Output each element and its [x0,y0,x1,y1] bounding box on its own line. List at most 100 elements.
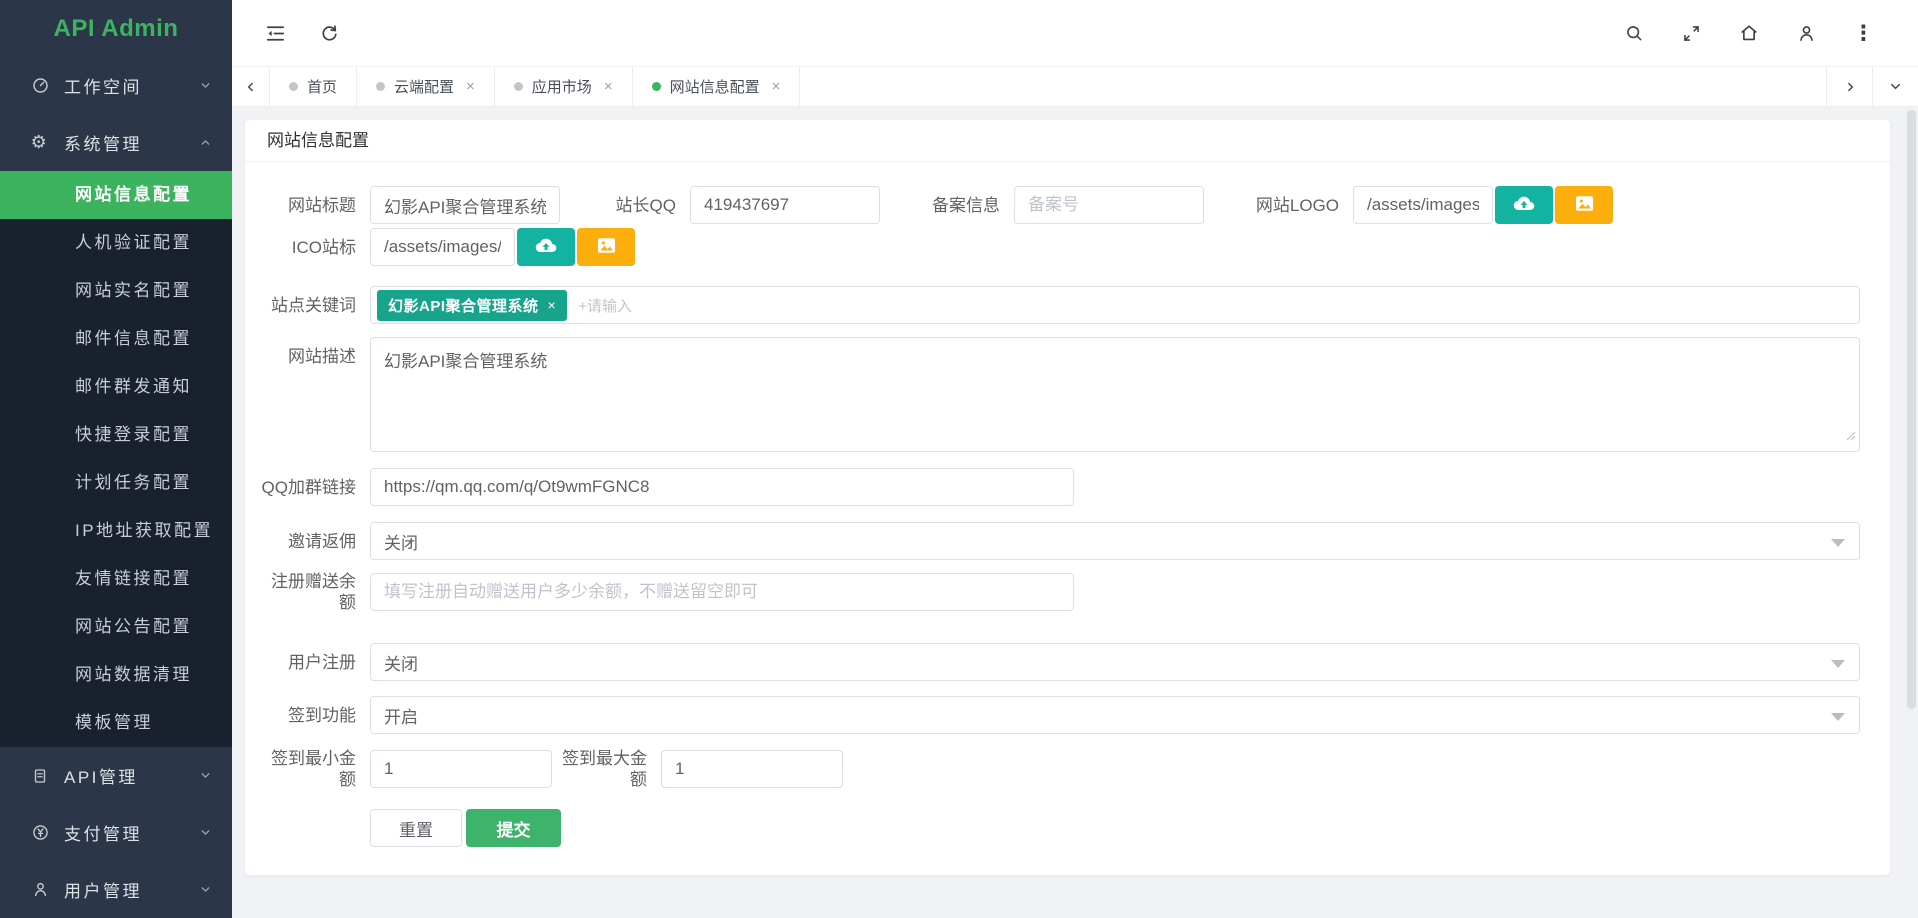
signin-max-input[interactable] [661,750,843,788]
sidebar: API Admin 工作空间 ⚙ 系统管理 网站信息配置 人机验证配置 网站实名… [0,0,232,918]
chevron-down-icon [199,826,212,839]
tab-status-dot [652,82,661,91]
register-bonus-input[interactable] [370,573,1074,611]
select-value: 关闭 [384,650,418,675]
close-icon[interactable]: × [548,297,557,313]
sidebar-item-label: 工作空间 [64,73,142,98]
app-window: API Admin 工作空间 ⚙ 系统管理 网站信息配置 人机验证配置 网站实名… [0,0,1918,918]
sidebar-item-data-clean[interactable]: 网站数据清理 [0,651,232,699]
logo-path-input[interactable] [1353,186,1493,224]
search-icon[interactable] [1624,23,1645,44]
close-icon[interactable]: × [772,78,781,95]
sidebar-item-users[interactable]: 用户管理 [0,861,232,918]
sidebar-item-api[interactable]: API管理 [0,747,232,804]
site-title-input[interactable] [370,186,560,224]
reset-button[interactable]: 重置 [370,809,462,847]
sidebar-item-email-info[interactable]: 邮件信息配置 [0,315,232,363]
page-title: 网站信息配置 [245,120,1890,162]
caret-down-icon [1831,539,1845,547]
tab-site-info-config[interactable]: 网站信息配置 × [633,67,801,106]
more-menu-icon[interactable]: ⋮ [1853,23,1874,44]
caret-down-icon [1831,713,1845,721]
close-icon[interactable]: × [466,78,475,95]
sidebar-item-realname[interactable]: 网站实名配置 [0,267,232,315]
select-value: 关闭 [384,529,418,554]
invite-rebate-select[interactable]: 关闭 [370,522,1860,560]
keyword-tag-text: 幻影API聚合管理系统 [388,295,539,316]
tab-app-market[interactable]: 应用市场 × [495,67,633,106]
signin-label: 签到功能 [261,705,356,726]
select-value: 开启 [384,703,418,728]
close-icon[interactable]: × [604,78,613,95]
tab-label: 网站信息配置 [670,76,760,97]
dashboard-icon [29,76,51,95]
user-icon[interactable] [1796,23,1817,44]
image-icon [594,233,619,261]
ico-upload-button[interactable] [517,228,575,266]
sidebar-item-cron-task[interactable]: 计划任务配置 [0,459,232,507]
ico-path-input[interactable] [370,228,515,266]
sidebar-item-ip-fetch[interactable]: IP地址获取配置 [0,507,232,555]
tab-home[interactable]: 首页 [270,67,357,106]
description-label: 网站描述 [261,337,356,367]
signin-min-input[interactable] [370,750,552,788]
sidebar-item-email-broadcast[interactable]: 邮件群发通知 [0,363,232,411]
sidebar-item-captcha[interactable]: 人机验证配置 [0,219,232,267]
user-register-label: 用户注册 [261,652,356,673]
site-info-form: 网站标题 站长QQ 备案信息 网站LOGO [245,162,1890,875]
tab-label: 应用市场 [532,76,592,97]
logo-preview-button[interactable] [1555,186,1613,224]
signin-max-label: 签到最大金额 [552,748,647,790]
fullscreen-icon[interactable] [1681,23,1702,44]
ico-label: ICO站标 [261,237,356,258]
sidebar-item-quick-login[interactable]: 快捷登录配置 [0,411,232,459]
refresh-icon[interactable] [319,23,340,44]
cloud-upload-icon [533,233,559,262]
icp-label: 备案信息 [920,195,1000,216]
collapse-sidebar-icon[interactable] [264,22,287,45]
sidebar-item-friend-links[interactable]: 友情链接配置 [0,555,232,603]
sidebar-item-workspace[interactable]: 工作空间 [0,57,232,114]
keywords-input[interactable]: 幻影API聚合管理系统 × +请输入 [370,286,1860,324]
tab-status-dot [514,82,523,91]
site-title-label: 网站标题 [261,195,356,216]
qq-input[interactable] [690,186,880,224]
sidebar-item-site-info[interactable]: 网站信息配置 [0,171,232,219]
description-textarea[interactable]: 幻影API聚合管理系统 [370,337,1860,452]
icp-input[interactable] [1014,186,1204,224]
tab-label: 云端配置 [394,76,454,97]
register-bonus-label: 注册赠送余额 [261,571,356,613]
tab-spacer [800,67,1826,106]
tabs-menu-icon[interactable] [1872,67,1918,106]
cloud-upload-icon [1511,191,1537,220]
chevron-up-icon [199,136,212,149]
logo-upload-button[interactable] [1495,186,1553,224]
ico-preview-button[interactable] [577,228,635,266]
qq-group-input[interactable] [370,468,1074,506]
user-register-select[interactable]: 关闭 [370,643,1860,681]
sidebar-item-label: 支付管理 [64,820,142,845]
sidebar-item-template[interactable]: 模板管理 [0,699,232,747]
app-logo: API Admin [0,0,232,57]
qq-group-label: QQ加群链接 [261,477,356,498]
home-icon[interactable] [1738,22,1760,44]
invite-rebate-label: 邀请返佣 [261,531,356,552]
vertical-scrollbar[interactable] [1905,108,1918,918]
logo-label: 网站LOGO [1244,195,1339,216]
person-icon [29,880,51,899]
sidebar-item-payment[interactable]: 支付管理 [0,804,232,861]
signin-min-label: 签到最小金额 [261,748,356,790]
sidebar-item-system[interactable]: ⚙ 系统管理 [0,114,232,171]
page-content: 网站信息配置 网站标题 站长QQ 备案信息 网站LOGO [232,107,1918,918]
scrollbar-thumb[interactable] [1907,110,1916,709]
tab-cloud-config[interactable]: 云端配置 × [357,67,495,106]
tabs-scroll-left-icon[interactable] [232,67,270,106]
chevron-down-icon [199,883,212,896]
sidebar-item-announcement[interactable]: 网站公告配置 [0,603,232,651]
submit-button[interactable]: 提交 [466,809,561,847]
tabs-scroll-right-icon[interactable] [1826,67,1872,106]
keywords-label: 站点关键词 [261,295,356,316]
sidebar-submenu: 网站信息配置 人机验证配置 网站实名配置 邮件信息配置 邮件群发通知 快捷登录配… [0,171,232,747]
signin-select[interactable]: 开启 [370,696,1860,734]
site-info-card: 网站信息配置 网站标题 站长QQ 备案信息 网站LOGO [245,120,1890,875]
